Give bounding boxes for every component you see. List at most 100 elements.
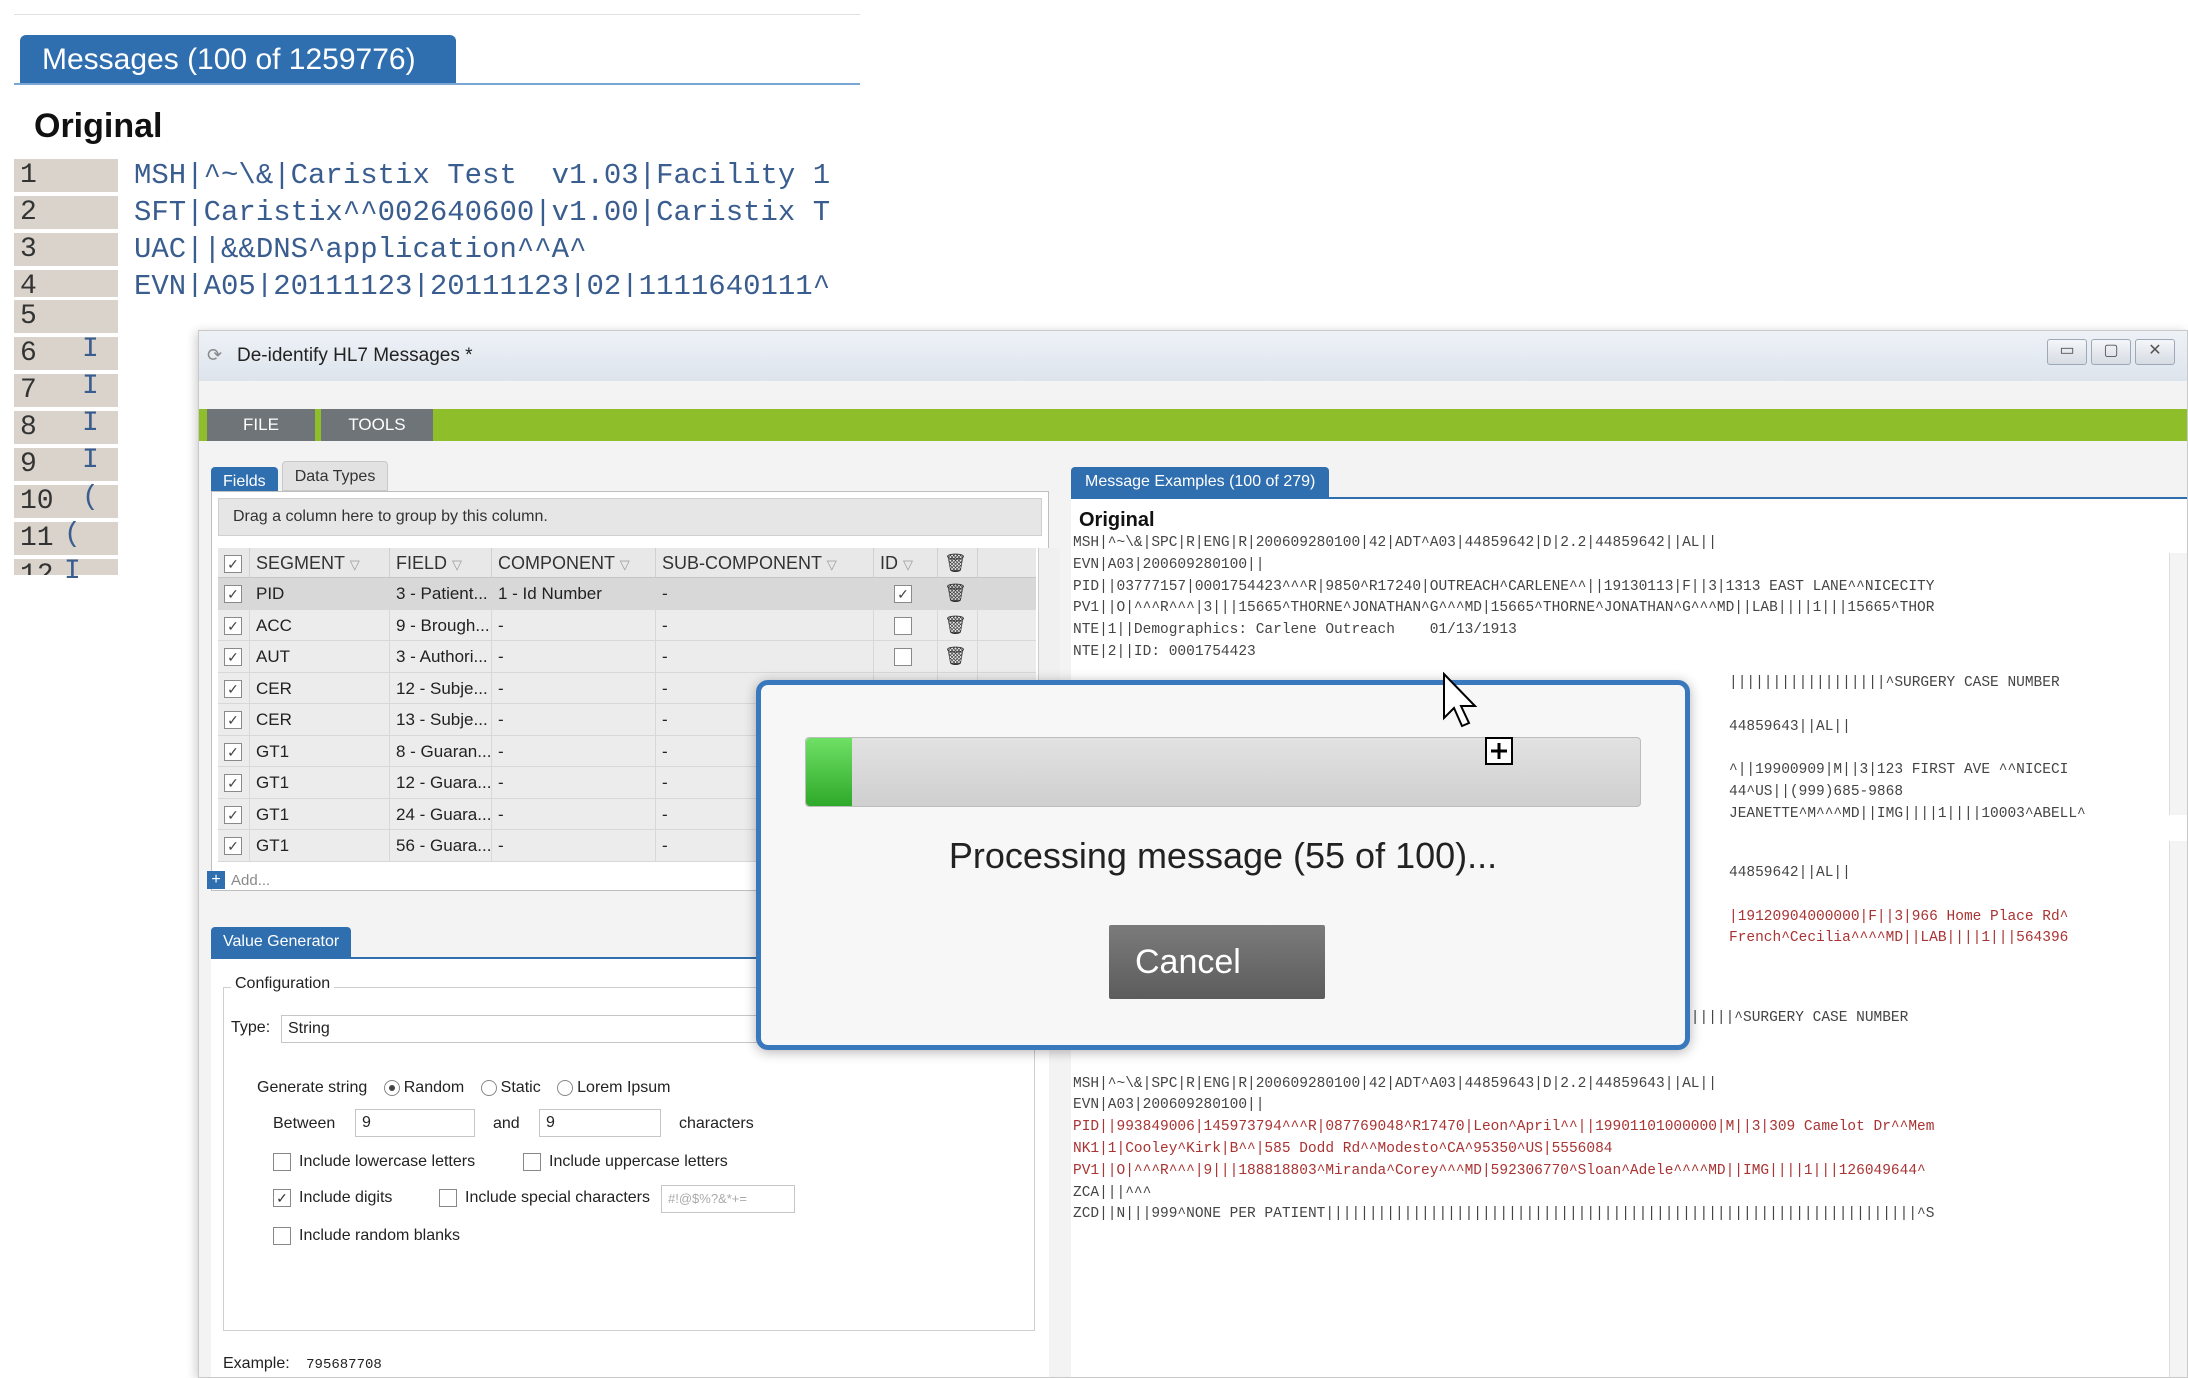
lowercase-checkbox[interactable] — [273, 1153, 291, 1171]
line-text: SFT|Caristix^^002640600|v1.00|Caristix T — [134, 196, 831, 229]
lowercase-option[interactable]: Include lowercase letters — [273, 1153, 475, 1171]
messages-scrollbar-top[interactable] — [2169, 553, 2187, 815]
trash-icon[interactable]: 🗑 — [938, 578, 978, 609]
example-row: Example: 795687708 — [223, 1355, 382, 1373]
row-checkbox[interactable]: ✓ — [218, 641, 250, 672]
hl7-line: NK1|1|Cooley^Kirk|B^^|585 Dodd Rd^^Modes… — [1073, 1140, 1613, 1157]
row-checkbox[interactable]: ✓ — [218, 704, 250, 735]
special-chars-input[interactable]: #!@$%?&*+= — [661, 1185, 795, 1213]
cell-field: 9 - Brough... — [390, 609, 492, 640]
radio-static[interactable] — [480, 1079, 497, 1096]
digits-checkbox[interactable]: ✓ — [273, 1189, 291, 1207]
radio-lorem-ipsum[interactable] — [557, 1079, 574, 1096]
cell-segment: ACC — [250, 609, 390, 640]
table-row[interactable]: ✓ACC9 - Brough...--✓🗑 — [218, 609, 1036, 641]
cell-field: 12 - Subje... — [390, 672, 492, 703]
minimize-icon[interactable]: ▭ — [2047, 339, 2087, 365]
cell-field: 3 - Patient... — [390, 578, 492, 609]
cell-segment: CER — [250, 672, 390, 703]
uppercase-checkbox[interactable] — [523, 1153, 541, 1171]
cell-field: 12 - Guara... — [390, 767, 492, 798]
id-checkbox[interactable]: ✓ — [874, 578, 938, 609]
background-messages-window: Messages (100 of 1259776) Original 1 MSH|… — [14, 14, 860, 297]
digits-option[interactable]: ✓ Include digits — [273, 1189, 392, 1207]
cell-component: - — [492, 798, 656, 829]
max-length-input[interactable]: 9 — [539, 1109, 661, 1137]
example-value: 795687708 — [306, 1357, 382, 1373]
grid-header: ✓ SEGMENT ▽ FIELD ▽ COMPONENT ▽ SUB-COMP… — [218, 548, 1036, 578]
cell-component: - — [492, 735, 656, 766]
uppercase-option[interactable]: Include uppercase letters — [523, 1153, 728, 1171]
close-icon[interactable]: ✕ — [2135, 339, 2175, 365]
table-row[interactable]: ✓AUT3 - Authori...--✓🗑 — [218, 641, 1036, 673]
row-checkbox[interactable]: ✓ — [218, 798, 250, 829]
and-label: and — [493, 1115, 520, 1132]
row-checkbox[interactable]: ✓ — [218, 578, 250, 609]
row-checkbox[interactable]: ✓ — [218, 735, 250, 766]
id-checkbox[interactable]: ✓ — [874, 641, 938, 672]
message-line: 2 SFT|Caristix^^002640600|v1.00|Caristix … — [14, 194, 860, 231]
message-lines: 1 MSH|^~\&|Caristix Test v1.03|Facility 1… — [14, 157, 860, 297]
maximize-icon[interactable]: ▢ — [2091, 339, 2131, 365]
row-checkbox[interactable]: ✓ — [218, 609, 250, 640]
configuration-legend: Configuration — [231, 975, 335, 993]
hl7-line: 44^US||(999)685-9868 — [1729, 783, 1904, 800]
column-field[interactable]: FIELD ▽ — [390, 548, 492, 577]
original-heading: Original — [34, 107, 163, 145]
add-button[interactable]: + Add... — [207, 871, 270, 889]
generate-row: Generate string Random Static Lorem Ipsu… — [257, 1079, 671, 1097]
characters-label: characters — [679, 1115, 754, 1132]
radio-static-label: Static — [500, 1079, 541, 1096]
line-number: 3 — [14, 233, 118, 266]
blanks-option[interactable]: Include random blanks — [273, 1227, 460, 1245]
min-length-input[interactable]: 9 — [355, 1109, 475, 1137]
progress-bar-fill — [806, 738, 852, 806]
select-all-checkbox[interactable]: ✓ — [218, 548, 250, 577]
tab-message-examples[interactable]: Message Examples (100 of 279) — [1071, 467, 1330, 497]
trash-icon[interactable]: 🗑 — [938, 641, 978, 672]
column-id[interactable]: ID ▽ — [874, 548, 938, 577]
type-select[interactable]: String — [281, 1015, 821, 1043]
progress-status: Processing message (55 of 100)... — [948, 835, 1498, 876]
special-checkbox[interactable] — [439, 1189, 457, 1207]
cell-field: 56 - Guara... — [390, 830, 492, 861]
row-checkbox[interactable]: ✓ — [218, 830, 250, 861]
special-option[interactable]: Include special characters — [439, 1189, 650, 1207]
cell-sub-component: - — [656, 578, 874, 609]
messages-scrollbar-bottom[interactable] — [2169, 841, 2187, 1377]
table-row[interactable]: ✓ PID 3 - Patient... 1 - Id Number - ✓ 🗑 — [218, 578, 1036, 610]
row-checkbox[interactable]: ✓ — [218, 767, 250, 798]
radio-random[interactable] — [383, 1079, 400, 1096]
hl7-message-top: MSH|^~\&|SPC|R|ENG|R|200609280100|42|ADT… — [1073, 533, 2163, 664]
cell-segment: PID — [250, 578, 390, 609]
window-title: De-identify HL7 Messages * — [237, 345, 473, 366]
line-text: EVN|A05|20111123|20111123|02|1111640111^ — [134, 270, 831, 297]
tab-value-generator[interactable]: Value Generator — [211, 927, 352, 957]
cell-component: - — [492, 704, 656, 735]
generate-label: Generate string — [257, 1079, 368, 1096]
column-segment[interactable]: SEGMENT ▽ — [250, 548, 390, 577]
title-bar: ⟳ De-identify HL7 Messages * — [199, 331, 2187, 381]
message-line: 3 UAC||&&DNS^application^^A^ — [14, 231, 860, 268]
hl7-line: 44859643||AL|| — [1729, 718, 1851, 735]
cell-field: 8 - Guaran... — [390, 735, 492, 766]
blanks-checkbox[interactable] — [273, 1227, 291, 1245]
tab-data-types[interactable]: Data Types — [281, 461, 389, 491]
cancel-button[interactable]: Cancel — [1109, 925, 1325, 999]
trash-icon[interactable]: 🗑 — [938, 609, 978, 640]
column-sub-component[interactable]: SUB-COMPONENT ▽ — [656, 548, 874, 577]
cell-component: - — [492, 830, 656, 861]
messages-tab[interactable]: Messages (100 of 1259776) — [20, 35, 456, 85]
menu-tools[interactable]: TOOLS — [321, 409, 433, 441]
column-component[interactable]: COMPONENT ▽ — [492, 548, 656, 577]
hl7-line: ^||19900909|M||3|123 FIRST AVE ^^NICECI — [1729, 762, 2069, 779]
row-checkbox[interactable]: ✓ — [218, 672, 250, 703]
add-label: Add... — [231, 871, 271, 889]
id-checkbox[interactable]: ✓ — [874, 609, 938, 640]
hl7-message-middle: ||||||||||||||||||^SURGERY CASE NUMBER 44… — [1729, 673, 2149, 826]
tab-underline — [14, 83, 860, 85]
group-by-bar[interactable]: Drag a column here to group by this colu… — [218, 498, 1042, 536]
hl7-line: ||||||||||||||||||^SURGERY CASE NUMBER — [1729, 675, 2060, 691]
cell-component: - — [492, 609, 656, 640]
menu-file[interactable]: FILE — [207, 409, 315, 441]
